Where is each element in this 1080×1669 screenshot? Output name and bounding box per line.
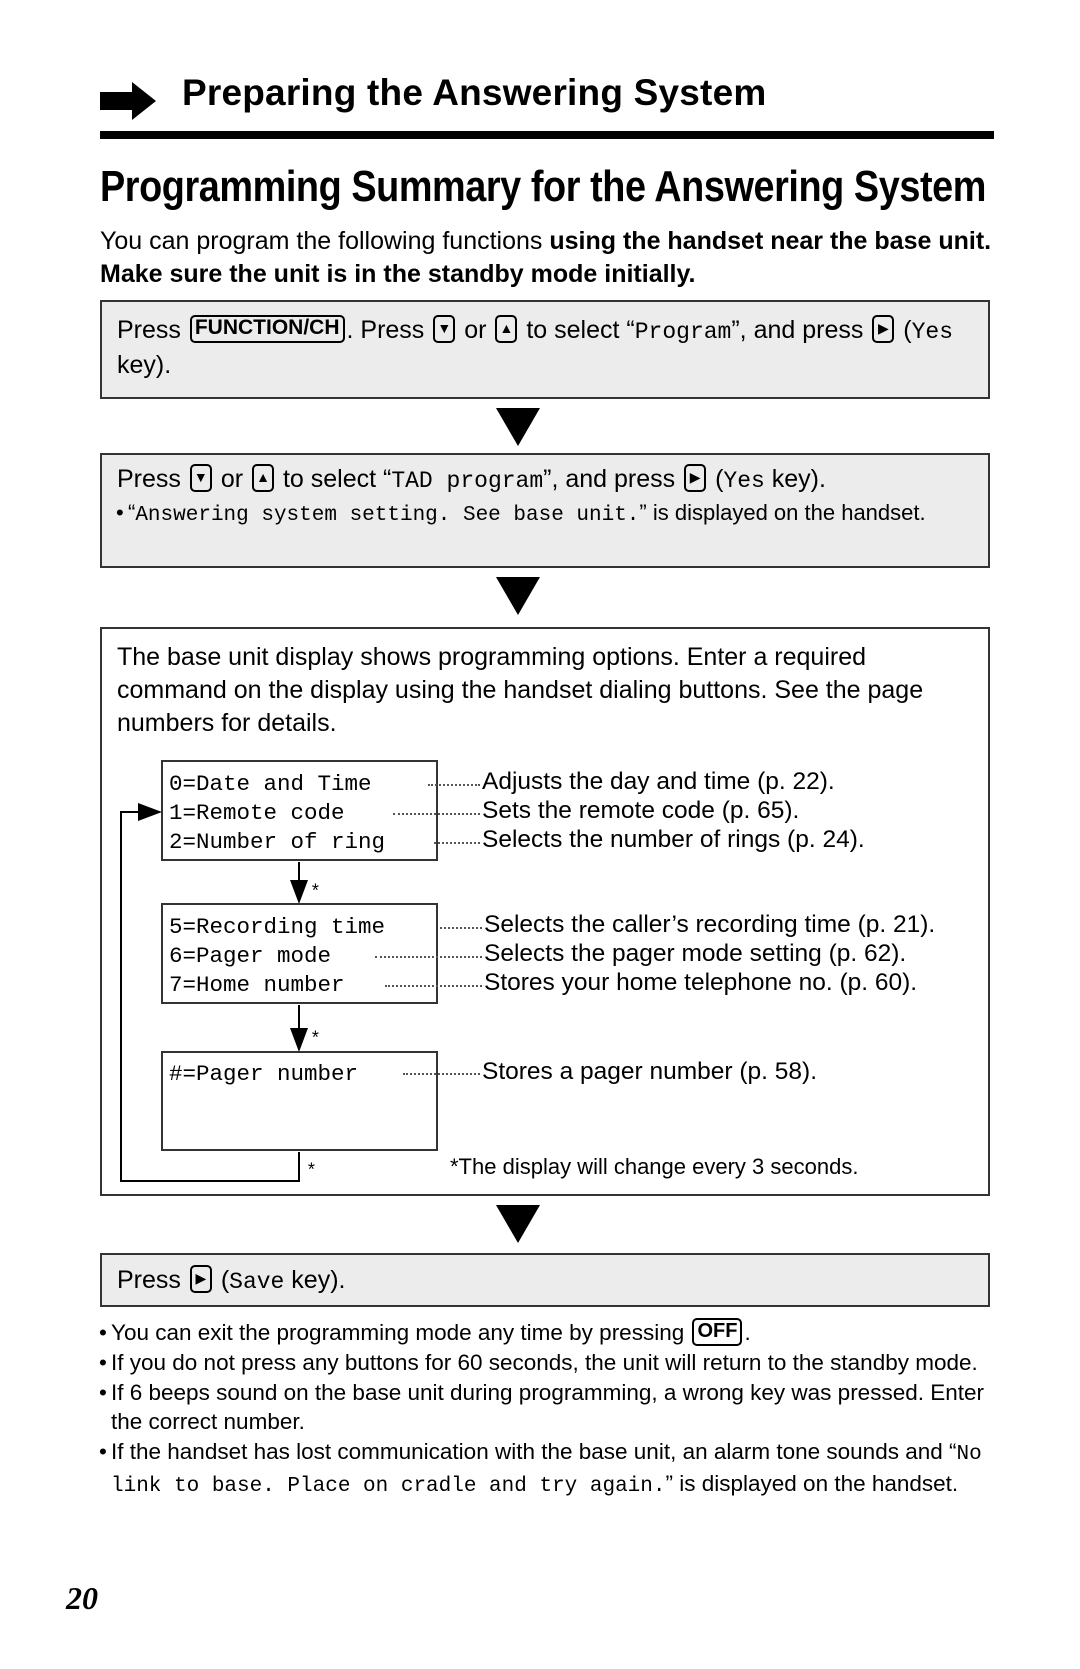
step-text: ”, and press — [543, 465, 676, 493]
asterisk: * — [306, 1162, 317, 1182]
display-group-3: #=Pager number — [161, 1051, 438, 1151]
note-item: If you do not press any buttons for 60 s… — [99, 1348, 1000, 1378]
step-text: key). — [764, 465, 826, 493]
function-ch-key: FUNCTION/CH — [189, 315, 345, 344]
option-description: Sets the remote code (p. 65). — [482, 797, 800, 824]
asterisk: * — [310, 1030, 321, 1050]
step-text: to select “ — [282, 465, 392, 493]
page-title: Programming Summary for the Answering Sy… — [100, 162, 986, 211]
flow-arrowhead-icon — [290, 880, 308, 904]
step-text: Press — [117, 1266, 181, 1294]
step-text: ”, and press — [731, 316, 864, 344]
note-text: ” is displayed on the handset. — [639, 500, 926, 525]
soft-key-label: Yes — [911, 319, 954, 345]
step-2-box: Press ▼ or ▲ to select “TAD program”, an… — [100, 453, 990, 568]
note-text: You can exit the programming mode any ti… — [111, 1320, 691, 1345]
leader-dots — [434, 842, 480, 844]
step-text: Press — [117, 465, 181, 493]
step-2-note: “Answering system setting. See base unit… — [116, 498, 973, 530]
step-text: key). — [117, 351, 172, 379]
step-2-instruction: Press ▼ or ▲ to select “TAD program”, an… — [117, 463, 973, 498]
down-key-icon: ▼ — [189, 464, 212, 493]
flow-line — [120, 811, 122, 1182]
display-text: Answering system setting. See base unit. — [135, 504, 640, 527]
display-text: TAD program — [391, 468, 544, 494]
soft-key-label: Save — [229, 1269, 285, 1295]
flow-arrowhead-icon — [138, 803, 162, 821]
option-code: 7=Home number — [169, 972, 345, 998]
option-description: Stores a pager number (p. 58). — [482, 1058, 818, 1085]
option-description: Selects the caller’s recording time (p. … — [484, 911, 936, 938]
intro-plain: You can program the following functions — [100, 227, 550, 255]
display-group-2: 5=Recording time 6=Pager mode 7=Home num… — [161, 903, 438, 1004]
footnote: *The display will change every 3 seconds… — [450, 1154, 859, 1179]
flow-down-arrow-icon — [496, 408, 540, 446]
up-key-icon: ▲ — [252, 464, 274, 493]
option-code: 0=Date and Time — [169, 771, 372, 797]
leader-dots — [440, 927, 482, 929]
soft-key-label: Yes — [723, 468, 765, 494]
up-key-icon: ▲ — [495, 315, 518, 344]
leader-dots — [403, 1073, 480, 1075]
step-text: . Press — [346, 316, 425, 344]
step-text: Press — [117, 316, 181, 344]
asterisk: * — [310, 883, 321, 903]
display-group-1: 0=Date and Time 1=Remote code 2=Number o… — [161, 760, 438, 861]
step-text: key). — [284, 1266, 346, 1294]
option-description: Adjusts the day and time (p. 22). — [482, 768, 835, 795]
step-1-box: Press FUNCTION/CH. Press ▼ or ▲ to selec… — [100, 300, 990, 399]
right-key-icon: ▶ — [189, 1265, 212, 1294]
step-text: to select “ — [526, 316, 635, 344]
option-code: 5=Recording time — [169, 914, 386, 940]
option-description: Selects the number of rings (p. 24). — [482, 826, 865, 853]
right-key-icon: ▶ — [684, 464, 707, 493]
flow-arrowhead-icon — [290, 1028, 308, 1052]
step-3-intro: The base unit display shows programming … — [117, 643, 924, 737]
right-key-icon: ▶ — [872, 315, 895, 344]
leader-dots — [385, 985, 482, 987]
option-code: 2=Number of ring — [169, 829, 386, 855]
leader-dots — [375, 956, 482, 958]
header-rule — [100, 131, 994, 139]
option-code: #=Pager number — [169, 1061, 359, 1087]
step-text: or — [464, 316, 487, 344]
option-description: Stores your home telephone no. (p. 60). — [484, 969, 918, 996]
note-text: ” is displayed on the handset. — [665, 1471, 959, 1497]
leader-dots — [428, 784, 480, 786]
flow-down-arrow-icon — [496, 1205, 540, 1243]
note-text: If the handset has lost communication wi… — [111, 1438, 957, 1464]
page-number: 20 — [66, 1580, 98, 1616]
step-text: or — [220, 465, 244, 493]
note-text: . — [744, 1320, 751, 1345]
down-key-icon: ▼ — [433, 315, 456, 344]
notes-list: You can exit the programming mode any ti… — [99, 1318, 1000, 1502]
display-text: Program — [634, 319, 732, 345]
option-description: Selects the pager mode setting (p. 62). — [484, 940, 907, 967]
note-item: You can exit the programming mode any ti… — [99, 1318, 1000, 1348]
step-text: ( — [903, 316, 912, 344]
note-item: If 6 beeps sound on the base unit during… — [99, 1378, 1000, 1437]
flow-line — [120, 1180, 300, 1182]
step-text: ( — [220, 1266, 230, 1294]
option-code: 6=Pager mode — [169, 943, 332, 969]
step-4-box: Press ▶ (Save key). — [100, 1253, 990, 1307]
flow-line — [298, 1152, 300, 1182]
option-code: 1=Remote code — [169, 800, 345, 826]
off-key: OFF — [692, 1318, 743, 1347]
section-title: Preparing the Answering System — [182, 72, 767, 113]
leader-dots — [393, 813, 480, 815]
right-arrow-icon — [100, 82, 156, 120]
intro-paragraph: You can program the following functions … — [100, 225, 1000, 291]
flow-down-arrow-icon — [496, 577, 540, 615]
note-item: If the handset has lost communication wi… — [99, 1437, 1000, 1502]
